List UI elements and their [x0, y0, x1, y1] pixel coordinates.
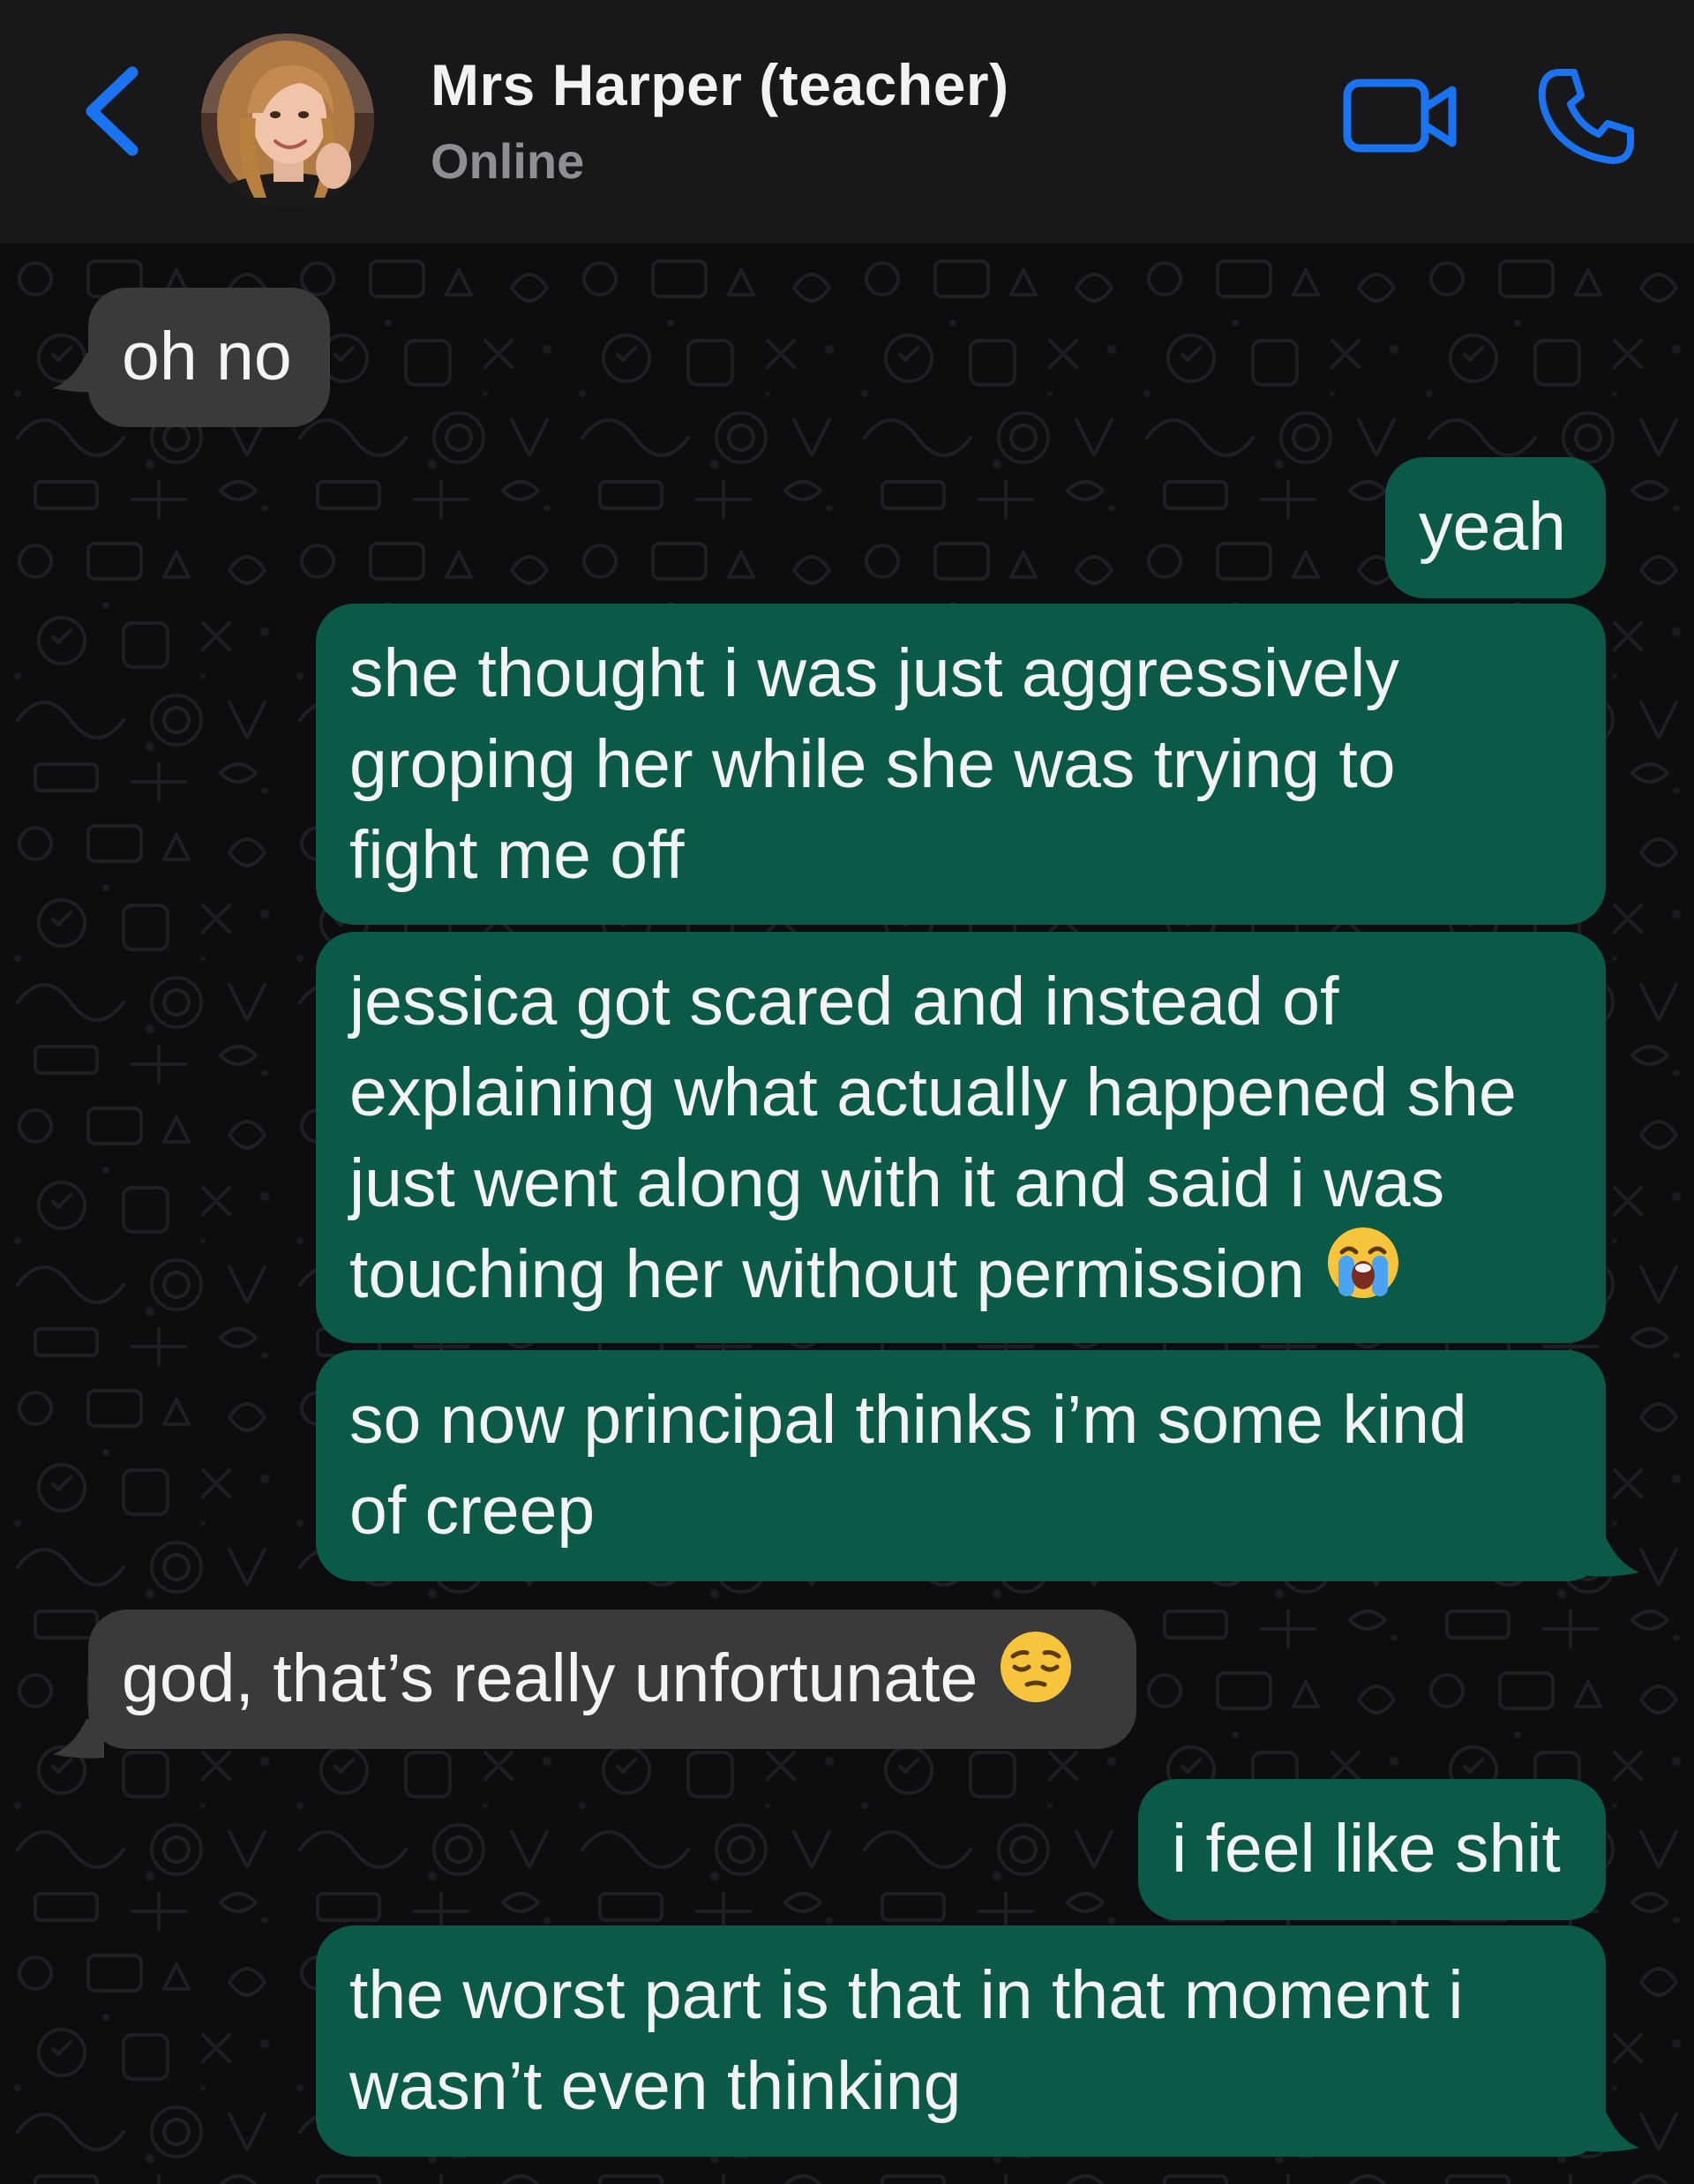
chat-screen: Mrs Harper (teacher) Online oh no yeah s…: [0, 0, 1694, 2184]
message-text-line: jessica got scared and instead of: [349, 964, 1339, 1039]
message-text-line: touching her without permission: [349, 1226, 1572, 1328]
message-bubble-incoming[interactable]: oh no: [88, 288, 330, 427]
message-bubble-outgoing[interactable]: yeah: [1385, 457, 1606, 598]
message-bubble-incoming[interactable]: god, that’s really unfortunate: [88, 1610, 1136, 1749]
message-text-line: wasn’t even thinking: [349, 2048, 962, 2124]
message-bubble-outgoing[interactable]: so now principal thinks i’m some kind of…: [316, 1350, 1606, 1581]
chevron-left-icon: [86, 66, 139, 156]
phone-icon: [1538, 69, 1634, 164]
message-list[interactable]: oh no yeah she thought i was just aggres…: [0, 244, 1694, 2184]
message-text-line: fight me off: [349, 817, 685, 893]
message-bubble-outgoing[interactable]: jessica got scared and instead of explai…: [316, 932, 1606, 1343]
voice-call-button[interactable]: [1533, 64, 1639, 169]
message-bubble-outgoing[interactable]: she thought i was just aggressively grop…: [316, 604, 1606, 925]
chat-header: Mrs Harper (teacher) Online: [0, 0, 1694, 244]
contact-status: Online: [431, 133, 585, 189]
loudly-crying-face-icon: [1326, 1226, 1400, 1323]
message-text-line: explaining what actually happened she: [349, 1054, 1517, 1130]
video-camera-icon: [1343, 79, 1457, 153]
message-text: oh no: [122, 319, 292, 394]
message-text-line: of creep: [349, 1473, 596, 1549]
message-text-line: groping her while she was trying to: [349, 726, 1396, 802]
message-text: god, that’s really unfortunate: [122, 1640, 978, 1716]
video-call-button[interactable]: [1341, 72, 1461, 161]
contact-name[interactable]: Mrs Harper (teacher): [431, 51, 1009, 118]
contact-avatar[interactable]: [201, 34, 374, 206]
pensive-face-icon: [999, 1630, 1073, 1727]
back-button[interactable]: [78, 58, 157, 164]
message-text: touching her without permission: [349, 1236, 1305, 1312]
message-text: yeah: [1419, 489, 1566, 565]
message-text: i feel like shit: [1172, 1811, 1561, 1887]
avatar-photo: [201, 34, 374, 206]
message-text-line: the worst part is that in that moment i: [349, 1957, 1464, 2033]
bubble-tail: [1588, 2113, 1639, 2152]
message-bubble-outgoing[interactable]: i feel like shit: [1138, 1779, 1606, 1920]
message-text-line: she thought i was just aggressively: [349, 635, 1399, 711]
message-bubble-outgoing[interactable]: the worst part is that in that moment i …: [316, 1925, 1606, 2157]
bubble-tail: [1588, 1537, 1639, 1577]
message-text-line: so now principal thinks i’m some kind: [349, 1382, 1467, 1458]
message-text-line: just went along with it and said i was: [349, 1145, 1445, 1221]
